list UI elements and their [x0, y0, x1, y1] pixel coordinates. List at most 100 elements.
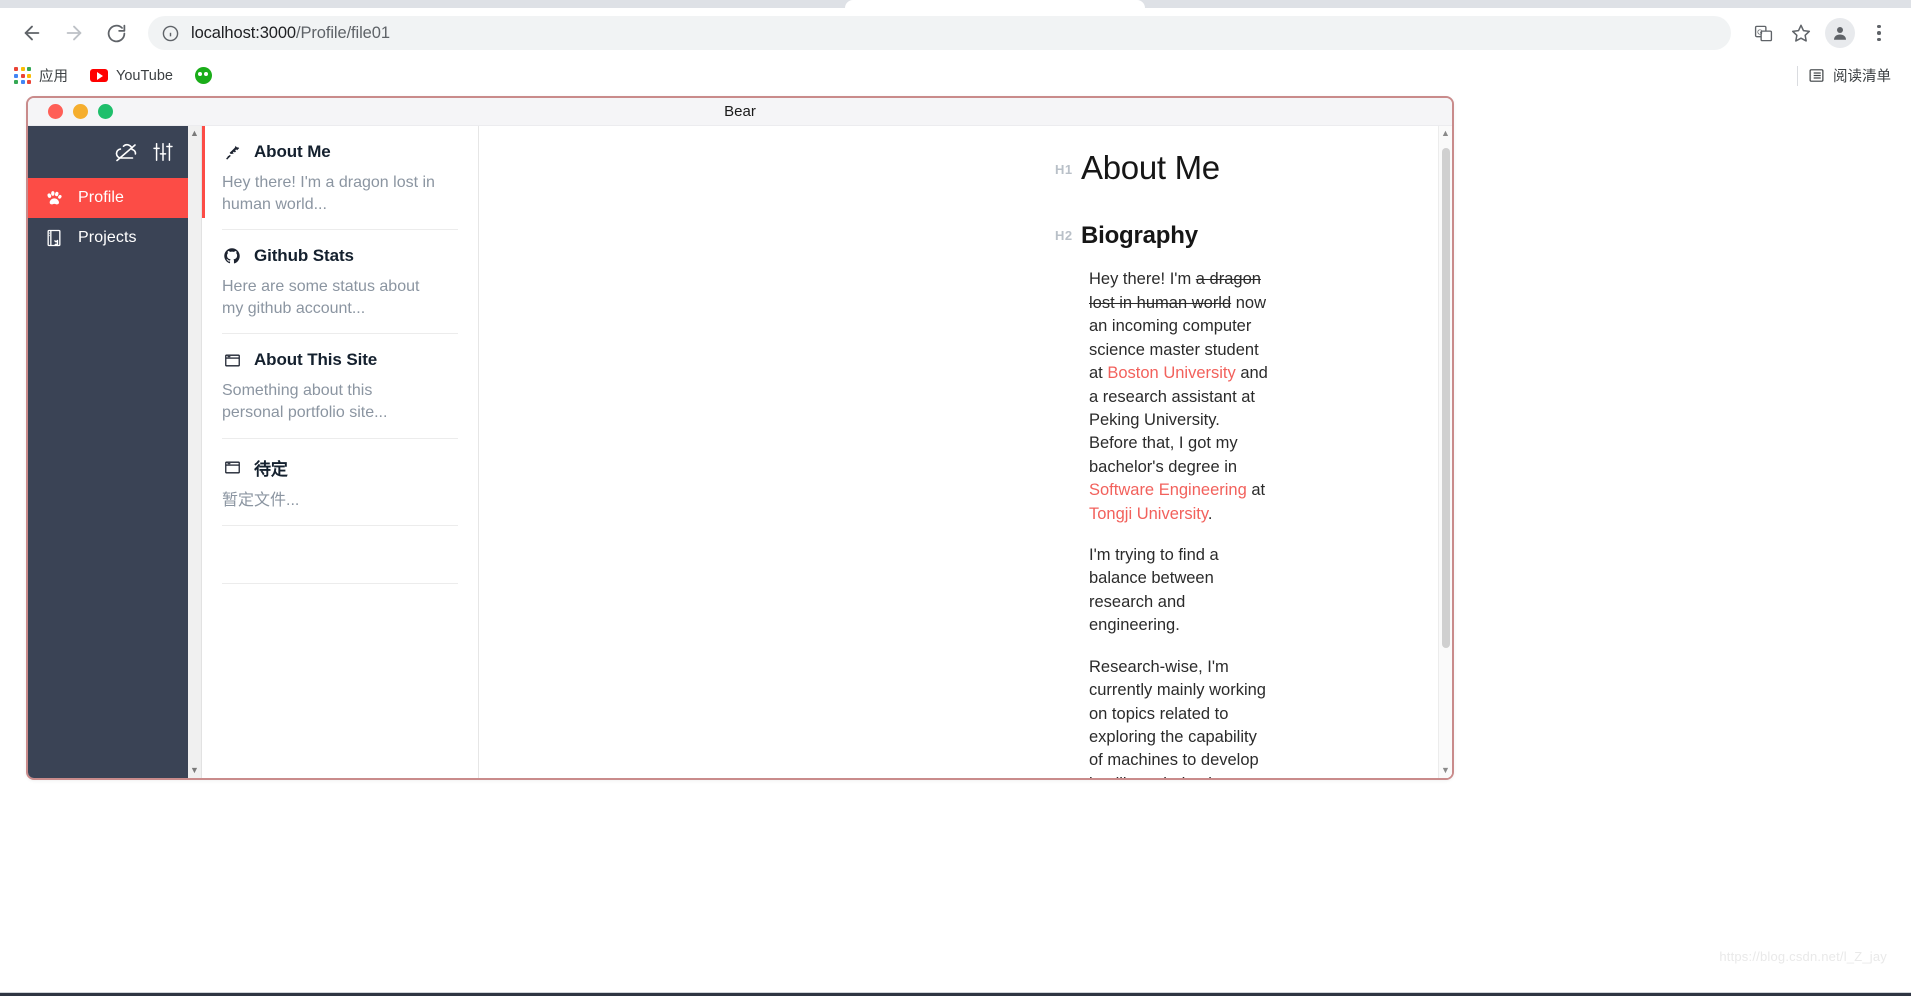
forward-arrow-icon[interactable]: [56, 15, 92, 51]
document-body: H1 About Me H2 Biography Hey there! I'm a …: [479, 148, 1452, 778]
bookmark-apps[interactable]: 应用: [14, 65, 78, 86]
section-heading-biography-text: Biography: [1081, 221, 1198, 249]
note-snippet: Something about this personal portfolio …: [222, 382, 388, 421]
traffic-lights: [28, 104, 113, 119]
address-bar-url: localhost:3000/Profile/file01: [191, 24, 390, 43]
sidebar-scroll-thumb[interactable]: [202, 126, 205, 218]
link-boston-university[interactable]: Boston University: [1107, 364, 1235, 382]
list-item[interactable]: 待定 暂定文件...: [222, 439, 458, 527]
bookmark-youtube-label: YouTube: [116, 67, 173, 84]
heading-level-marker: H2: [1055, 228, 1073, 244]
maximize-window-button[interactable]: [98, 104, 113, 119]
app-window-title: Bear: [724, 103, 756, 120]
back-arrow-icon[interactable]: [14, 15, 50, 51]
youtube-icon: [90, 69, 108, 82]
chrome-menu-icon[interactable]: [1861, 15, 1897, 51]
bookmark-youtube[interactable]: YouTube: [90, 68, 183, 84]
bio-text-d: at: [1246, 481, 1266, 500]
section-heading-biography: H2 Biography: [1055, 222, 1272, 251]
sidebar-scrollbar[interactable]: ▲ ▼: [188, 126, 202, 778]
note-snippet: Here are some status about my github acc…: [222, 278, 420, 317]
address-bar[interactable]: localhost:3000/Profile/file01: [148, 16, 1731, 50]
sidebar-item-profile[interactable]: Profile: [28, 178, 188, 218]
bookmarks-bar: 应用 YouTube 阅读清单: [0, 58, 1911, 94]
bookmarks-bar-right: 阅读清单: [1797, 65, 1897, 86]
cloud-off-icon[interactable]: [114, 140, 138, 164]
note-title: About This Site: [254, 350, 378, 370]
note-list-spacer: [222, 526, 458, 585]
reading-list-icon: [1809, 69, 1824, 82]
note-list: About Me Hey there! I'm a dragon lost in…: [202, 126, 479, 778]
link-tongji-university[interactable]: Tongji University: [1089, 505, 1208, 523]
scroll-down-arrow-icon[interactable]: ▼: [190, 763, 199, 778]
bio-text-a: Hey there! I'm: [1089, 270, 1196, 289]
watermark: https://blog.csdn.net/l_Z_jay: [1719, 949, 1887, 964]
editor-vertical-scrollbar[interactable]: ▲ ▼: [1438, 126, 1452, 778]
link-software-engineering[interactable]: Software Engineering: [1089, 481, 1247, 499]
scroll-down-arrow-icon[interactable]: ▼: [1441, 763, 1450, 778]
scroll-up-arrow-icon[interactable]: ▲: [1441, 126, 1450, 141]
svg-text:G: G: [1757, 28, 1763, 36]
list-item[interactable]: Github Stats Here are some status about …: [222, 230, 458, 335]
app-bottom-scrollbars: ▼ ◀ ◀ ▶: [28, 778, 1452, 780]
app-body: Profile Projects ▲ ▼ About Me Hey there!…: [28, 126, 1452, 778]
bookmarks-divider: [1797, 65, 1798, 86]
paragraph-bio-2: I'm trying to find a balance between res…: [1089, 546, 1219, 635]
window-icon: [222, 457, 242, 477]
reading-list-button[interactable]: 阅读清单: [1808, 65, 1897, 86]
bookmark-wechat[interactable]: [194, 67, 222, 84]
url-host: localhost:3000: [191, 23, 297, 42]
app-sidebar: Profile Projects: [28, 126, 188, 778]
app-titlebar: Bear: [28, 98, 1452, 126]
scroll-up-arrow-icon[interactable]: ▲: [190, 126, 199, 141]
sidebar-item-projects-label: Projects: [78, 229, 137, 246]
github-icon: [222, 246, 242, 266]
note-title: Github Stats: [254, 246, 354, 266]
site-info-icon[interactable]: [162, 25, 179, 42]
bear-app-window: Bear Profile Projects ▲ ▼ About Me Hey t…: [26, 96, 1454, 780]
list-item[interactable]: About Me Hey there! I'm a dragon lost in…: [222, 126, 458, 231]
active-tab[interactable]: [845, 0, 1145, 8]
note-snippet: 暂定文件...: [222, 491, 300, 509]
book-icon: [44, 228, 64, 248]
window-icon: [222, 350, 242, 370]
bio-text-e: .: [1207, 504, 1213, 523]
minimize-window-button[interactable]: [73, 104, 88, 119]
paragraph-bio-1: Hey there! I'm a dragon lost in human wo…: [1089, 268, 1272, 526]
translate-icon[interactable]: G: [1745, 15, 1781, 51]
note-header: About Me: [222, 142, 458, 162]
note-header: About This Site: [222, 350, 458, 370]
paragraph-bio-3: Research-wise, I'm currently mainly work…: [1089, 657, 1268, 778]
note-snippet: Hey there! I'm a dragon lost in human wo…: [222, 174, 435, 213]
note-header: 待定: [222, 455, 458, 480]
list-item[interactable]: About This Site Something about this per…: [222, 334, 458, 439]
sidebar-item-projects[interactable]: Projects: [28, 218, 188, 258]
reading-list-label: 阅读清单: [1833, 69, 1891, 85]
note-title: About Me: [254, 142, 331, 161]
page-title-text: About Me: [1081, 149, 1220, 186]
heading-level-marker: H1: [1055, 162, 1073, 178]
dragon-icon: [222, 142, 242, 162]
wechat-icon: [194, 67, 212, 84]
bookmark-star-icon[interactable]: [1783, 15, 1819, 51]
chrome-browser-window: localhost:3000/Profile/file01 G 应用 YouTu…: [0, 0, 1911, 996]
page-title: H1 About Me: [1055, 148, 1272, 188]
profile-avatar-icon[interactable]: [1825, 18, 1855, 48]
paw-icon: [44, 188, 64, 208]
editor-pane: H1 About Me H2 Biography Hey there! I'm a …: [479, 126, 1452, 778]
page-content: Bear Profile Projects ▲ ▼ About Me Hey t…: [0, 94, 1911, 996]
sliders-icon[interactable]: [152, 141, 174, 163]
editor-horizontal-scrollbar[interactable]: ◀ ▶: [479, 779, 1452, 780]
note-list-horizontal-scrollbar[interactable]: ▼ ◀: [188, 779, 479, 780]
toolbar-actions: G: [1745, 15, 1897, 51]
url-path: /Profile/file01: [296, 23, 390, 42]
close-window-button[interactable]: [48, 104, 63, 119]
sidebar-bottom-filler: [28, 779, 188, 780]
note-title: 待定: [254, 459, 288, 479]
sidebar-item-profile-label: Profile: [78, 189, 125, 206]
browser-toolbar: localhost:3000/Profile/file01 G: [0, 8, 1911, 58]
note-editor[interactable]: H1 About Me H2 Biography Hey there! I'm a …: [479, 126, 1452, 778]
sidebar-toolbar: [28, 126, 188, 178]
reload-icon[interactable]: [98, 15, 134, 51]
editor-scroll-thumb[interactable]: [1442, 148, 1450, 648]
